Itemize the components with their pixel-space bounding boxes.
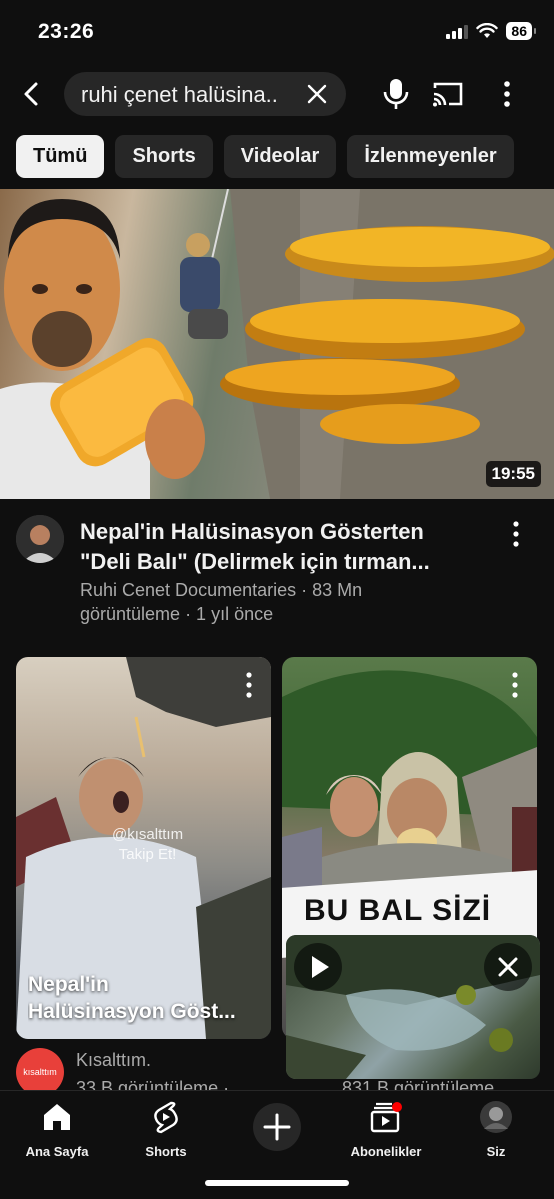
status-time: 23:26 bbox=[38, 20, 95, 43]
subscriptions-icon bbox=[370, 1102, 402, 1133]
home-icon bbox=[44, 1104, 70, 1130]
video-duration: 19:55 bbox=[485, 461, 541, 487]
play-button[interactable] bbox=[294, 943, 342, 991]
video-more-icon[interactable] bbox=[506, 519, 526, 549]
short-channel-avatar[interactable]: kısalttım bbox=[16, 1048, 64, 1096]
chip-shorts[interactable]: Shorts bbox=[115, 135, 213, 178]
video-meta-line1: Ruhi Cenet Documentaries · 83 Mn bbox=[80, 580, 363, 600]
short-title-1: Nepal'in Halüsinasyon Göst... bbox=[28, 971, 258, 1025]
notification-dot bbox=[392, 1102, 402, 1112]
chip-unwatched[interactable]: İzlenmeyenler bbox=[347, 135, 514, 178]
nav-subscriptions-label: Abonelikler bbox=[350, 1144, 422, 1159]
back-arrow-icon[interactable] bbox=[16, 78, 48, 110]
nav-shorts-label: Shorts bbox=[145, 1144, 187, 1159]
video-meta-line2: görüntüleme · 1 yıl önce bbox=[80, 604, 274, 624]
play-icon bbox=[312, 956, 329, 978]
search-input[interactable]: ruhi çenet halüsina.. bbox=[64, 72, 346, 116]
close-icon bbox=[498, 957, 518, 977]
microphone-icon[interactable] bbox=[381, 77, 411, 111]
more-vert-icon[interactable] bbox=[495, 80, 519, 108]
short-title-1-line1: Nepal'in bbox=[28, 973, 109, 996]
video-meta: Ruhi Cenet Documentaries · 83 Mn görüntü… bbox=[80, 578, 460, 626]
short-title-1-line2: Halüsinasyon Göst... bbox=[28, 1000, 236, 1023]
short-more-icon[interactable] bbox=[239, 671, 259, 699]
wifi-icon bbox=[476, 23, 499, 38]
video-title[interactable]: Nepal'in Halüsinasyon Gösterten "Deli Ba… bbox=[80, 517, 492, 577]
search-query: ruhi çenet halüsina.. bbox=[81, 82, 278, 107]
thumbnail-image bbox=[0, 189, 554, 499]
status-icons: 86 bbox=[446, 22, 536, 40]
chip-videos[interactable]: Videolar bbox=[223, 135, 337, 178]
battery-icon: 86 bbox=[506, 22, 536, 40]
signal-icon bbox=[446, 23, 469, 39]
home-indicator bbox=[205, 1180, 349, 1186]
cast-icon[interactable] bbox=[431, 80, 465, 108]
clear-icon[interactable] bbox=[306, 83, 328, 105]
status-bar: 23:26 86 bbox=[0, 0, 554, 62]
channel-avatar[interactable] bbox=[16, 515, 64, 563]
video-info: Nepal'in Halüsinasyon Gösterten "Deli Ba… bbox=[0, 515, 554, 635]
nav-profile[interactable]: Siz bbox=[451, 1099, 541, 1159]
mini-player[interactable] bbox=[286, 935, 540, 1079]
watermark-line2: Takip Et! bbox=[118, 846, 177, 863]
filter-chips: Tümü Shorts Videolar İzlenmeyenler bbox=[16, 135, 514, 178]
short-card-1[interactable]: @kısalttım Takip Et! Nepal'in Halüsinasy… bbox=[16, 657, 271, 1039]
nav-shorts[interactable]: Shorts bbox=[121, 1099, 211, 1159]
nav-subscriptions[interactable]: Abonelikler bbox=[341, 1099, 431, 1159]
video-thumbnail[interactable]: 19:55 bbox=[0, 189, 554, 499]
short-channel-name: Kısalttım. bbox=[76, 1050, 152, 1070]
short-banner-text: BU BAL SİZİ bbox=[304, 893, 492, 927]
watermark-line1: @kısalttım bbox=[112, 826, 184, 843]
plus-icon bbox=[263, 1113, 291, 1141]
create-button[interactable] bbox=[253, 1103, 301, 1151]
video-title-line1: Nepal'in Halüsinasyon Gösterten bbox=[80, 519, 424, 544]
chip-all[interactable]: Tümü bbox=[16, 135, 105, 178]
search-row: ruhi çenet halüsina.. bbox=[0, 72, 554, 116]
video-title-line2: "Deli Balı" (Delirmek için tırman... bbox=[80, 549, 430, 574]
short-more-icon[interactable] bbox=[505, 671, 525, 699]
short-info-1: kısalttım Kısalttım. 33 B görüntüleme · bbox=[16, 1046, 271, 1098]
nav-home[interactable]: Ana Sayfa bbox=[12, 1099, 102, 1159]
nav-profile-label: Siz bbox=[486, 1144, 506, 1159]
shorts-icon bbox=[154, 1101, 178, 1134]
profile-avatar bbox=[480, 1101, 512, 1133]
close-mini-player-button[interactable] bbox=[484, 943, 532, 991]
nav-home-label: Ana Sayfa bbox=[25, 1144, 89, 1159]
watermark-text: @kısalttım Takip Et! bbox=[112, 825, 183, 865]
